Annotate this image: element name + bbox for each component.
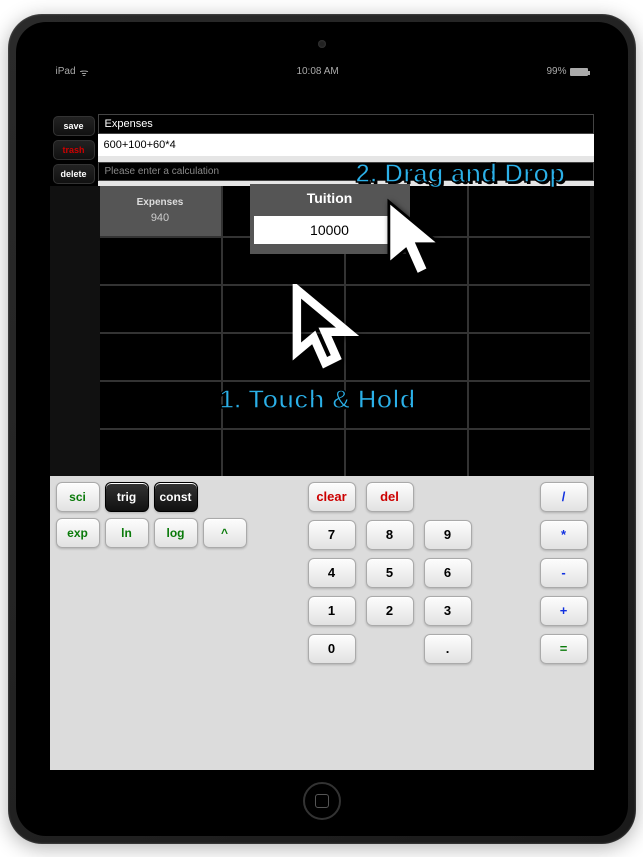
wifi-icon: ᯤ bbox=[80, 65, 89, 79]
key-ln[interactable]: ln bbox=[105, 518, 149, 548]
cursor-icon bbox=[382, 196, 452, 286]
key-1[interactable]: 1 bbox=[308, 596, 356, 626]
battery-label: 99% bbox=[546, 66, 566, 77]
grid-cell[interactable] bbox=[100, 286, 221, 332]
screen: iPad ᯤ 10:08 AM 99% save trash delete bbox=[50, 64, 594, 770]
grid-cell[interactable] bbox=[346, 334, 467, 380]
key-sci[interactable]: sci bbox=[56, 482, 100, 512]
key-3[interactable]: 3 bbox=[424, 596, 472, 626]
grid-cell[interactable] bbox=[469, 238, 590, 284]
trash-button[interactable]: trash bbox=[53, 140, 95, 160]
key-multiply[interactable]: * bbox=[540, 520, 588, 550]
annotation-step-1: 1. Touch & Hold bbox=[220, 384, 416, 415]
key-7[interactable]: 7 bbox=[308, 520, 356, 550]
grid-cell[interactable] bbox=[469, 382, 590, 428]
grid-cell[interactable] bbox=[346, 430, 467, 476]
ipad-frame: iPad ᯤ 10:08 AM 99% save trash delete bbox=[8, 14, 636, 844]
expression-value[interactable]: 600+100+60*4 bbox=[98, 134, 594, 156]
annotation-step-2: 2. Drag and Drop bbox=[356, 158, 565, 189]
grid-cell[interactable] bbox=[223, 430, 344, 476]
battery-icon bbox=[570, 68, 588, 76]
key-8[interactable]: 8 bbox=[366, 520, 414, 550]
key-const[interactable]: const bbox=[154, 482, 198, 512]
key-trig[interactable]: trig bbox=[105, 482, 149, 512]
grid-cell[interactable] bbox=[469, 430, 590, 476]
key-6[interactable]: 6 bbox=[424, 558, 472, 588]
key-add[interactable]: + bbox=[540, 596, 588, 626]
home-button[interactable] bbox=[303, 782, 341, 820]
key-0[interactable]: 0 bbox=[308, 634, 356, 664]
key-9[interactable]: 9 bbox=[424, 520, 472, 550]
save-button[interactable]: save bbox=[53, 116, 95, 136]
key-equals[interactable]: = bbox=[540, 634, 588, 664]
grid-cell[interactable] bbox=[469, 286, 590, 332]
key-5[interactable]: 5 bbox=[366, 558, 414, 588]
grid-cell[interactable] bbox=[346, 286, 467, 332]
key-2[interactable]: 2 bbox=[366, 596, 414, 626]
key-pow[interactable]: ^ bbox=[203, 518, 247, 548]
expression-title[interactable]: Expenses bbox=[98, 114, 594, 134]
key-del[interactable]: del bbox=[366, 482, 414, 512]
grid-cell[interactable] bbox=[469, 334, 590, 380]
status-bar: iPad ᯤ 10:08 AM 99% bbox=[50, 64, 594, 80]
grid-cell[interactable] bbox=[100, 430, 221, 476]
column-header-expenses[interactable]: Expenses 940 bbox=[100, 186, 221, 236]
key-exp[interactable]: exp bbox=[56, 518, 100, 548]
cursor-outline-icon bbox=[290, 284, 360, 374]
key-4[interactable]: 4 bbox=[308, 558, 356, 588]
status-time: 10:08 AM bbox=[296, 66, 338, 77]
grid-cell[interactable] bbox=[100, 382, 221, 428]
key-subtract[interactable]: - bbox=[540, 558, 588, 588]
camera-icon bbox=[318, 40, 326, 48]
grid-cell[interactable] bbox=[469, 186, 590, 236]
key-clear[interactable]: clear bbox=[308, 482, 356, 512]
key-log[interactable]: log bbox=[154, 518, 198, 548]
grid-cell[interactable] bbox=[100, 238, 221, 284]
key-dot[interactable]: . bbox=[424, 634, 472, 664]
key-divide[interactable]: / bbox=[540, 482, 588, 512]
grid-cell[interactable] bbox=[100, 334, 221, 380]
delete-button[interactable]: delete bbox=[53, 164, 95, 184]
device-label: iPad bbox=[56, 66, 76, 77]
keypad: sci trig const exp ln log ^ clear bbox=[50, 476, 594, 770]
